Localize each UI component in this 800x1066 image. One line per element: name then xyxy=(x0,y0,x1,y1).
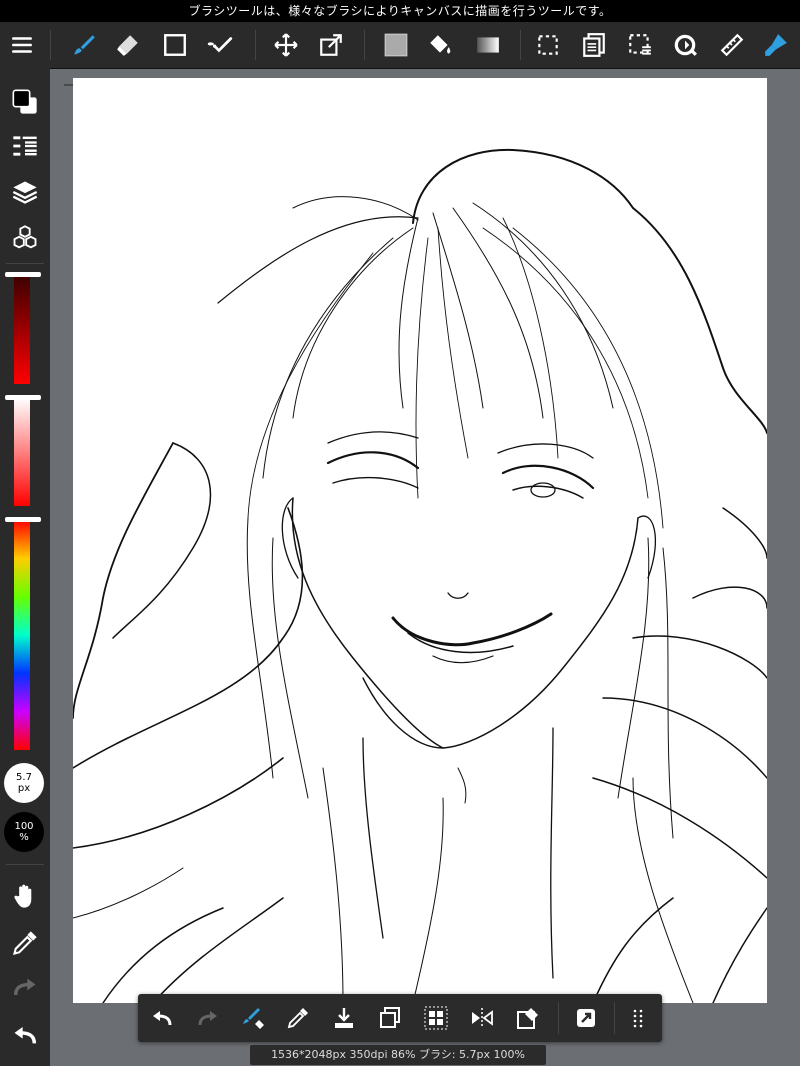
ruler-icon[interactable] xyxy=(712,22,752,68)
status-bar: 1536*2048px 350dpi 86% ブラシ: 5.7px 100% xyxy=(250,1045,546,1065)
selection-icon[interactable] xyxy=(528,22,568,68)
hint-bar: ブラシツールは、様々なブラシによりキャンバスに描画を行うツールです。 xyxy=(0,0,800,22)
top-toolbar xyxy=(0,22,800,86)
gradient-icon[interactable] xyxy=(468,22,508,68)
select-check-icon[interactable] xyxy=(200,22,240,68)
eraser-icon[interactable] xyxy=(108,22,148,68)
rectangle-icon[interactable] xyxy=(155,22,195,68)
opacity-unit: % xyxy=(19,832,29,843)
bucket-icon[interactable] xyxy=(420,22,460,68)
undo-icon[interactable] xyxy=(142,998,182,1038)
redo-icon[interactable] xyxy=(188,998,228,1038)
left-sidebar: 5.7 px 100 % xyxy=(0,68,50,1066)
clear-icon[interactable] xyxy=(508,998,548,1038)
line-art xyxy=(73,148,767,1003)
download-icon[interactable] xyxy=(324,998,364,1038)
materials-icon[interactable] xyxy=(5,218,45,258)
hand-icon[interactable] xyxy=(5,876,45,916)
layer-list-icon[interactable] xyxy=(5,126,45,166)
brush-size-unit: px xyxy=(17,783,31,794)
opacity-indicator[interactable]: 100 % xyxy=(4,812,44,852)
eyedropper-icon[interactable] xyxy=(278,998,318,1038)
grid-icon[interactable] xyxy=(416,998,456,1038)
copy-layer-icon[interactable] xyxy=(574,22,614,68)
drawing-canvas[interactable] xyxy=(73,78,767,1003)
duplicate-icon[interactable] xyxy=(370,998,410,1038)
hue-slider[interactable] xyxy=(14,520,30,750)
export-icon[interactable] xyxy=(566,998,606,1038)
pen-nib-icon[interactable] xyxy=(756,22,796,68)
more-icon[interactable] xyxy=(618,998,658,1038)
color-swatch-icon[interactable] xyxy=(5,82,45,122)
undo-icon[interactable] xyxy=(5,1014,45,1054)
deselect-icon[interactable] xyxy=(620,22,660,68)
rotate-icon[interactable] xyxy=(665,22,705,68)
brush-size-indicator[interactable]: 5.7 px xyxy=(4,763,44,803)
menu-icon[interactable] xyxy=(2,22,42,68)
brush-icon[interactable] xyxy=(64,22,104,68)
flip-icon[interactable] xyxy=(462,998,502,1038)
brush-size-slider[interactable] xyxy=(14,274,30,384)
fill-color-icon[interactable] xyxy=(376,22,416,68)
brush-size-value: 5.7 xyxy=(16,772,32,783)
redo-icon[interactable] xyxy=(5,968,45,1008)
transform-icon[interactable] xyxy=(311,22,351,68)
opacity-value: 100 xyxy=(14,821,34,832)
bottom-toolbar xyxy=(138,994,662,1042)
move-icon[interactable] xyxy=(266,22,306,68)
brush-eraser-toggle-icon[interactable] xyxy=(234,998,274,1038)
opacity-slider[interactable] xyxy=(14,398,30,506)
layers-icon[interactable] xyxy=(5,172,45,212)
eyedropper-icon[interactable] xyxy=(5,923,45,963)
